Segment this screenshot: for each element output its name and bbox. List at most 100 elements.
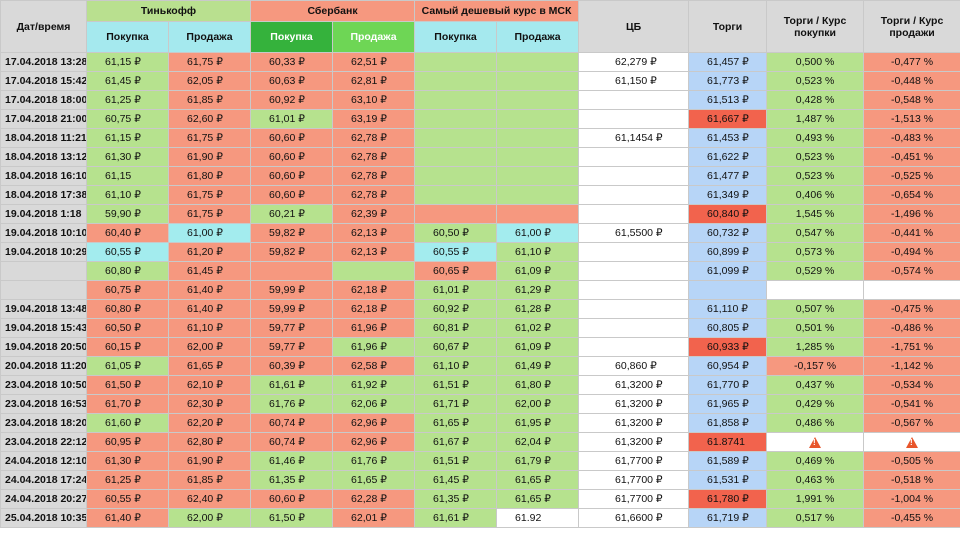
table-row: 17.04.2018 15:42 61,45 ₽62,05 ₽60,63 ₽62,… xyxy=(0,71,960,91)
torgi-cell: 61,457 ₽ xyxy=(688,52,768,72)
torgi-buy-pct-cell: 0,437 % xyxy=(766,375,865,395)
tinkoff-buy-cell: 60,15 ₽ xyxy=(86,337,169,357)
tinkoff-buy-cell: 61,30 ₽ xyxy=(86,451,169,471)
date-cell: 19.04.2018 20:50 xyxy=(0,337,87,357)
torgi-buy-pct-cell: 1,285 % xyxy=(766,337,865,357)
table-row: 18.04.2018 16:10 61,15 61,80 ₽60,60 ₽62,78… xyxy=(0,166,960,186)
table-row: 19.04.2018 20:50 60,15 ₽62,00 ₽59,77 ₽61,… xyxy=(0,337,960,357)
sber-buy-cell: 60,39 ₽ xyxy=(250,356,334,376)
sber-sell-cell: 62,96 ₽ xyxy=(332,413,416,433)
cb-rate-cell xyxy=(578,147,690,167)
torgi-cell: 61,667 ₽ xyxy=(688,109,768,129)
torgi-buy-pct-cell: 0,523 % xyxy=(766,147,865,167)
table-row: 19.04.2018 13:48 60,80 ₽61,40 ₽59,99 ₽62,… xyxy=(0,299,960,319)
sber-buy-cell: 60,60 ₽ xyxy=(250,147,334,167)
date-cell: 17.04.2018 15:42 xyxy=(0,71,87,91)
cheapest-sell-cell xyxy=(496,109,580,129)
tinkoff-buy-cell: 61,10 ₽ xyxy=(86,185,169,205)
sber-sell-cell: 62,78 ₽ xyxy=(332,166,416,186)
sber-buy-cell: 60,60 ₽ xyxy=(250,185,334,205)
tinkoff-sell-cell: 61,80 ₽ xyxy=(167,166,252,186)
tinkoff-sell-cell: 61,90 ₽ xyxy=(167,147,252,167)
cheapest-buy-cell: 61,61 ₽ xyxy=(414,508,498,528)
torgi-sell-pct-cell: -0,574 % xyxy=(863,261,960,281)
torgi-cell: 61,858 ₽ xyxy=(688,413,768,433)
cheapest-sell-cell: 61,79 ₽ xyxy=(496,451,580,471)
torgi-buy-pct-cell: 0,547 % xyxy=(766,223,865,243)
tinkoff-sell-cell: 61,90 ₽ xyxy=(167,451,252,471)
torgi-buy-pct-cell: 0,500 % xyxy=(766,52,865,72)
tinkoff-buy-cell: 61,15 ₽ xyxy=(86,128,169,148)
sber-sell-cell: 62,78 ₽ xyxy=(332,147,416,167)
torgi-sell-pct-cell: -0,567 % xyxy=(863,413,960,433)
tinkoff-sell-cell: 61,75 ₽ xyxy=(167,204,252,224)
cheapest-buy-cell: 60,65 ₽ xyxy=(414,261,498,281)
cheapest-buy-cell xyxy=(414,204,498,224)
torgi-cell: 61,099 ₽ xyxy=(688,261,768,281)
cheapest-buy-cell: 60,55 ₽ xyxy=(414,242,498,262)
tinkoff-buy-cell: 61,40 ₽ xyxy=(86,508,169,528)
cb-rate-cell xyxy=(578,204,690,224)
date-cell: 18.04.2018 16:10 xyxy=(0,166,87,186)
sber-buy-cell: 60,33 ₽ xyxy=(250,52,334,72)
sber-buy-cell: 61,46 ₽ xyxy=(250,451,334,471)
torgi-sell-pct-cell: -0,486 % xyxy=(863,318,960,338)
tinkoff-buy-cell: 61,25 ₽ xyxy=(86,90,169,110)
tinkoff-buy-cell: 61,70 ₽ xyxy=(86,394,169,414)
table-row: 17.04.2018 18:00 61,25 ₽61,85 ₽60,92 ₽63,… xyxy=(0,90,960,110)
cheapest-buy-cell: 61,65 ₽ xyxy=(414,413,498,433)
sber-sell-cell xyxy=(332,261,416,281)
table-row: 19.04.2018 15:43 60,50 ₽61,10 ₽59,77 ₽61,… xyxy=(0,318,960,338)
date-cell: 18.04.2018 11:21 xyxy=(0,128,87,148)
torgi-buy-pct-cell: 0,469 % xyxy=(766,451,865,471)
torgi-sell-pct-cell: -0,654 % xyxy=(863,185,960,205)
tinkoff-sell-cell: 61,40 ₽ xyxy=(167,299,252,319)
torgi-sell-pct-cell: -0,494 % xyxy=(863,242,960,262)
date-cell xyxy=(0,261,87,281)
cb-rate-cell: 61,3200 ₽ xyxy=(578,375,690,395)
date-cell: 23.04.2018 22:12 xyxy=(0,432,87,452)
tinkoff-buy-cell: 60,50 ₽ xyxy=(86,318,169,338)
warning-icon xyxy=(809,436,822,448)
date-cell: 19.04.2018 1:18 xyxy=(0,204,87,224)
sber-sell-cell: 62,96 ₽ xyxy=(332,432,416,452)
cheapest-sell-cell: 61,09 ₽ xyxy=(496,337,580,357)
torgi-cell: 61,477 ₽ xyxy=(688,166,768,186)
sber-sell-cell: 62,39 ₽ xyxy=(332,204,416,224)
date-cell: 23.04.2018 16:53 xyxy=(0,394,87,414)
tinkoff-header: Тинькофф xyxy=(85,0,252,22)
cb-rate-cell: 61,1454 ₽ xyxy=(578,128,690,148)
torgi-buy-pct-cell: 0,529 % xyxy=(766,261,865,281)
sber-sell-cell: 62,13 ₽ xyxy=(332,242,416,262)
date-cell: 18.04.2018 17:38 xyxy=(0,185,87,205)
sber-sell-cell: 61,96 ₽ xyxy=(332,337,416,357)
sber-buy-cell: 60,74 ₽ xyxy=(250,432,334,452)
cheapest-sell-cell: 61,10 ₽ xyxy=(496,242,580,262)
torgi-buy-pct-cell xyxy=(766,432,865,452)
cheapest-sell-cell xyxy=(496,90,580,110)
tinkoff-sell-cell: 62,60 ₽ xyxy=(167,109,252,129)
torgi-cell xyxy=(688,280,768,300)
tinkoff-sell-cell: 61,65 ₽ xyxy=(167,356,252,376)
cheapest-buy-cell: 60,50 ₽ xyxy=(414,223,498,243)
tinkoff-buy-cell: 60,95 ₽ xyxy=(86,432,169,452)
cheapest-buy-cell xyxy=(414,147,498,167)
date-cell: 24.04.2018 20:27 xyxy=(0,489,87,509)
sber-buy-cell: 60,63 ₽ xyxy=(250,71,334,91)
sber-buy-cell: 59,77 ₽ xyxy=(250,337,334,357)
tinkoff-buy-cell: 59,90 ₽ xyxy=(86,204,169,224)
cb-rate-cell: 60,860 ₽ xyxy=(578,356,690,376)
tinkoff-sell-cell: 61,75 ₽ xyxy=(167,185,252,205)
sber-sell-cell: 62,13 ₽ xyxy=(332,223,416,243)
tinkoff-sell-cell: 61,75 ₽ xyxy=(167,128,252,148)
torgi-buy-pct-cell: 0,523 % xyxy=(766,71,865,91)
cheapest-sell-cell: 61,00 ₽ xyxy=(496,223,580,243)
date-cell: 24.04.2018 12:10 xyxy=(0,451,87,471)
table-row: 18.04.2018 17:38 61,10 ₽61,75 ₽60,60 ₽62,… xyxy=(0,185,960,205)
cb-rate-cell xyxy=(578,280,690,300)
cheapest-sell-cell: 62,00 ₽ xyxy=(496,394,580,414)
tinkoff-buy-cell: 61,50 ₽ xyxy=(86,375,169,395)
tinkoff-buy-cell: 61,05 ₽ xyxy=(86,356,169,376)
torgi-cell: 61,453 ₽ xyxy=(688,128,768,148)
sber-sell-cell: 61,92 ₽ xyxy=(332,375,416,395)
